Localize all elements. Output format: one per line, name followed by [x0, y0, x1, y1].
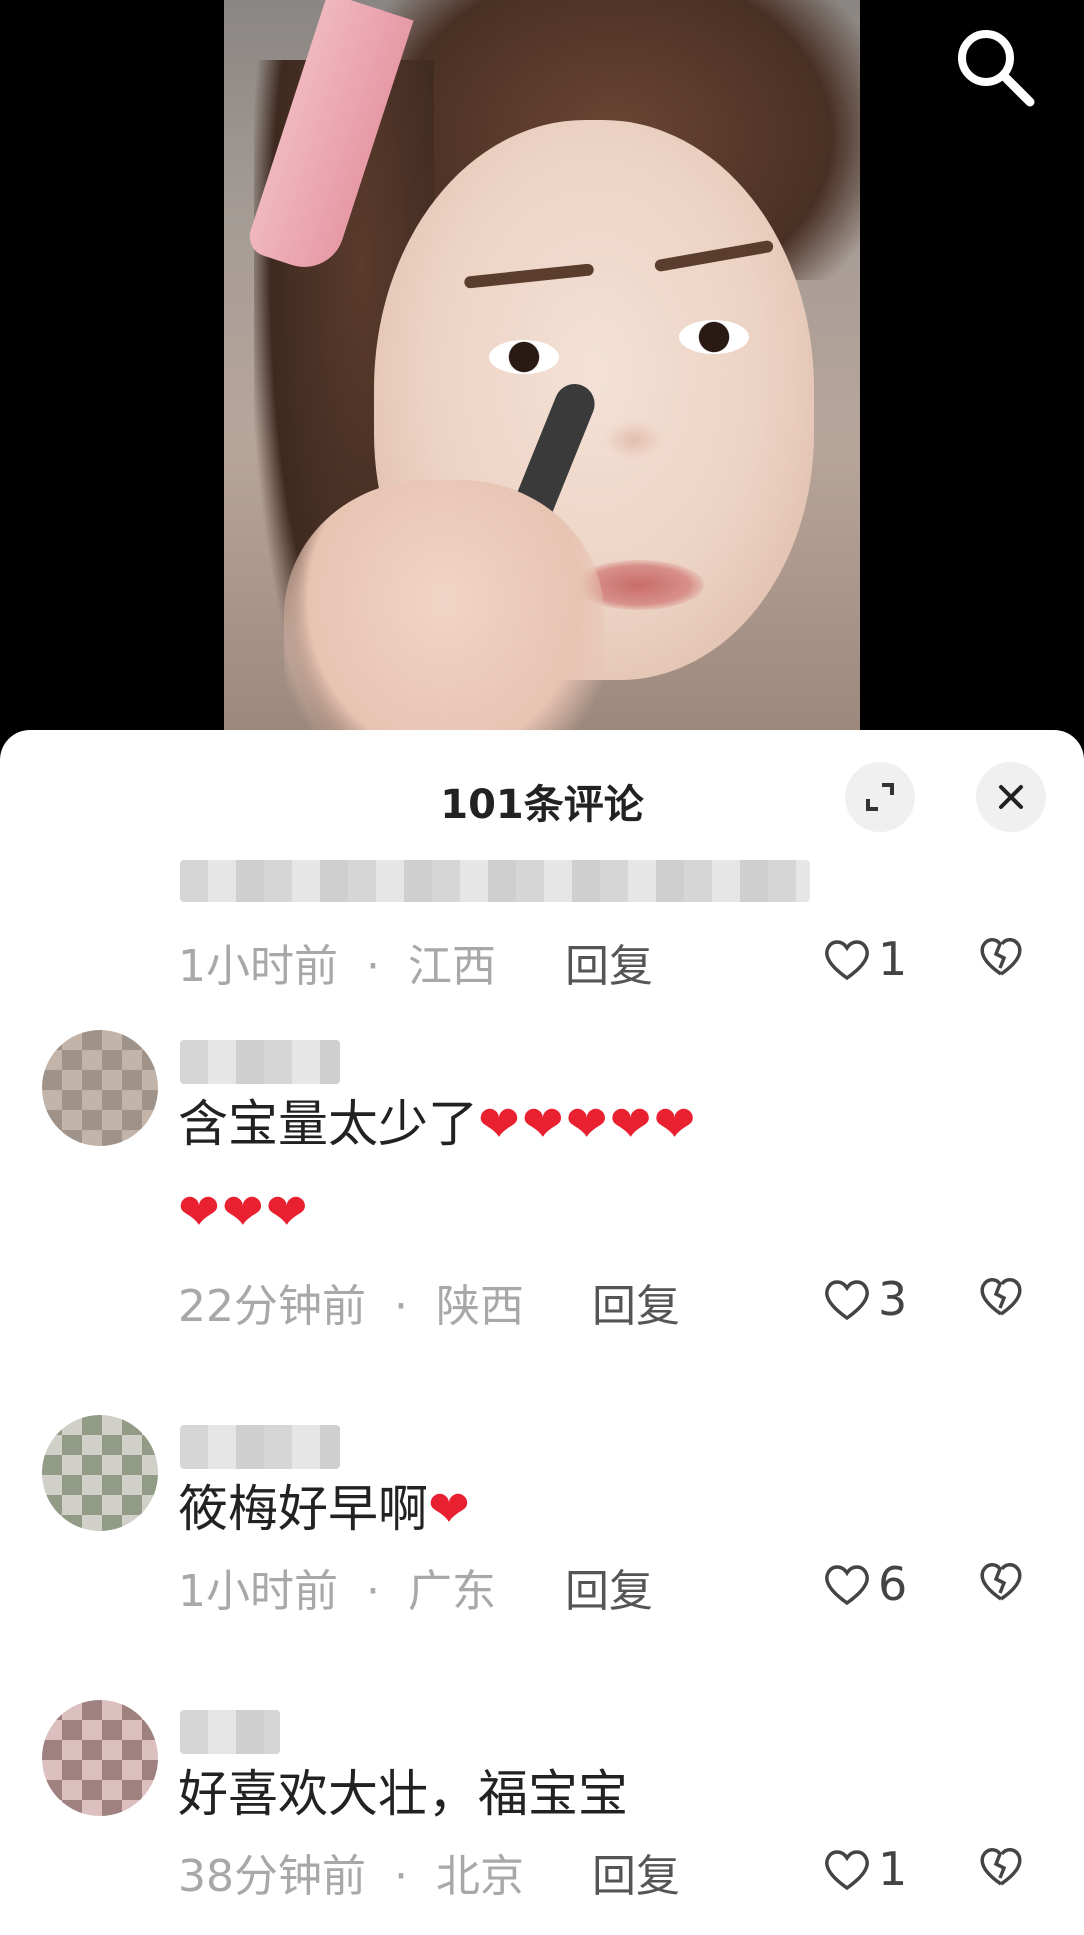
comment-item: 筱梅好早啊❤ 1小时前 · 广东 回复 6 — [0, 1415, 1084, 1695]
avatar[interactable] — [42, 1415, 158, 1531]
expand-icon — [866, 783, 894, 811]
broken-heart-icon — [980, 1278, 1022, 1316]
comment-item: 1小时前 · 江西 回复 1 — [0, 840, 1084, 992]
like-button[interactable]: 3 — [822, 1272, 907, 1326]
reply-button[interactable]: 回复 — [592, 1840, 680, 1904]
heart-outline-icon — [825, 1280, 869, 1321]
dislike-button[interactable] — [978, 1844, 1024, 1892]
heart-outline-icon — [825, 1850, 869, 1891]
comment-meta: 22分钟前 · 陕西 — [178, 1281, 524, 1332]
broken-heart-icon — [980, 938, 1022, 976]
dislike-button[interactable] — [978, 934, 1024, 982]
comment-sheet: 101条评论 1小时前 · 江西 回复 1 含宝量太少了❤❤❤❤❤ ❤❤❤ 22… — [0, 730, 1084, 1935]
dislike-button[interactable] — [978, 1559, 1024, 1607]
like-button[interactable]: 1 — [822, 932, 907, 986]
comment-text: 含宝量太少了❤❤❤❤❤ ❤❤❤ — [178, 1095, 698, 1241]
broken-heart-icon — [980, 1563, 1022, 1601]
like-button[interactable]: 1 — [822, 1842, 907, 1896]
comment-item: 好喜欢大壮，福宝宝 38分钟前 · 北京 回复 1 — [0, 1700, 1084, 1935]
username-blurred[interactable] — [180, 1425, 340, 1469]
comment-text-blurred — [180, 860, 810, 902]
comment-meta: 1小时前 · 江西 — [178, 941, 496, 992]
username-blurred[interactable] — [180, 1710, 280, 1754]
dislike-button[interactable] — [978, 1274, 1024, 1322]
username-blurred[interactable] — [180, 1040, 340, 1084]
heart-outline-icon — [825, 1565, 869, 1606]
avatar[interactable] — [42, 1030, 158, 1146]
like-button[interactable]: 6 — [822, 1557, 907, 1611]
comment-text: 好喜欢大壮，福宝宝 — [178, 1765, 628, 1823]
comment-meta: 38分钟前 · 北京 — [178, 1851, 524, 1902]
reply-button[interactable]: 回复 — [592, 1270, 680, 1334]
avatar[interactable] — [42, 1700, 158, 1816]
reply-button[interactable]: 回复 — [565, 1555, 653, 1619]
comment-text: 筱梅好早啊❤ — [178, 1480, 472, 1538]
comment-count-title: 101条评论 — [440, 782, 644, 828]
expand-button[interactable] — [845, 762, 915, 832]
video-thumbnail — [224, 0, 860, 740]
heart-outline-icon — [825, 940, 869, 981]
search-icon[interactable] — [950, 22, 1040, 112]
reply-button[interactable]: 回复 — [565, 930, 653, 994]
close-button[interactable] — [976, 762, 1046, 832]
comment-meta: 1小时前 · 广东 — [178, 1566, 496, 1617]
close-icon — [999, 785, 1023, 809]
video-player[interactable] — [0, 0, 1084, 740]
broken-heart-icon — [980, 1848, 1022, 1886]
comment-item: 含宝量太少了❤❤❤❤❤ ❤❤❤ 22分钟前 · 陕西 回复 3 — [0, 1030, 1084, 1390]
